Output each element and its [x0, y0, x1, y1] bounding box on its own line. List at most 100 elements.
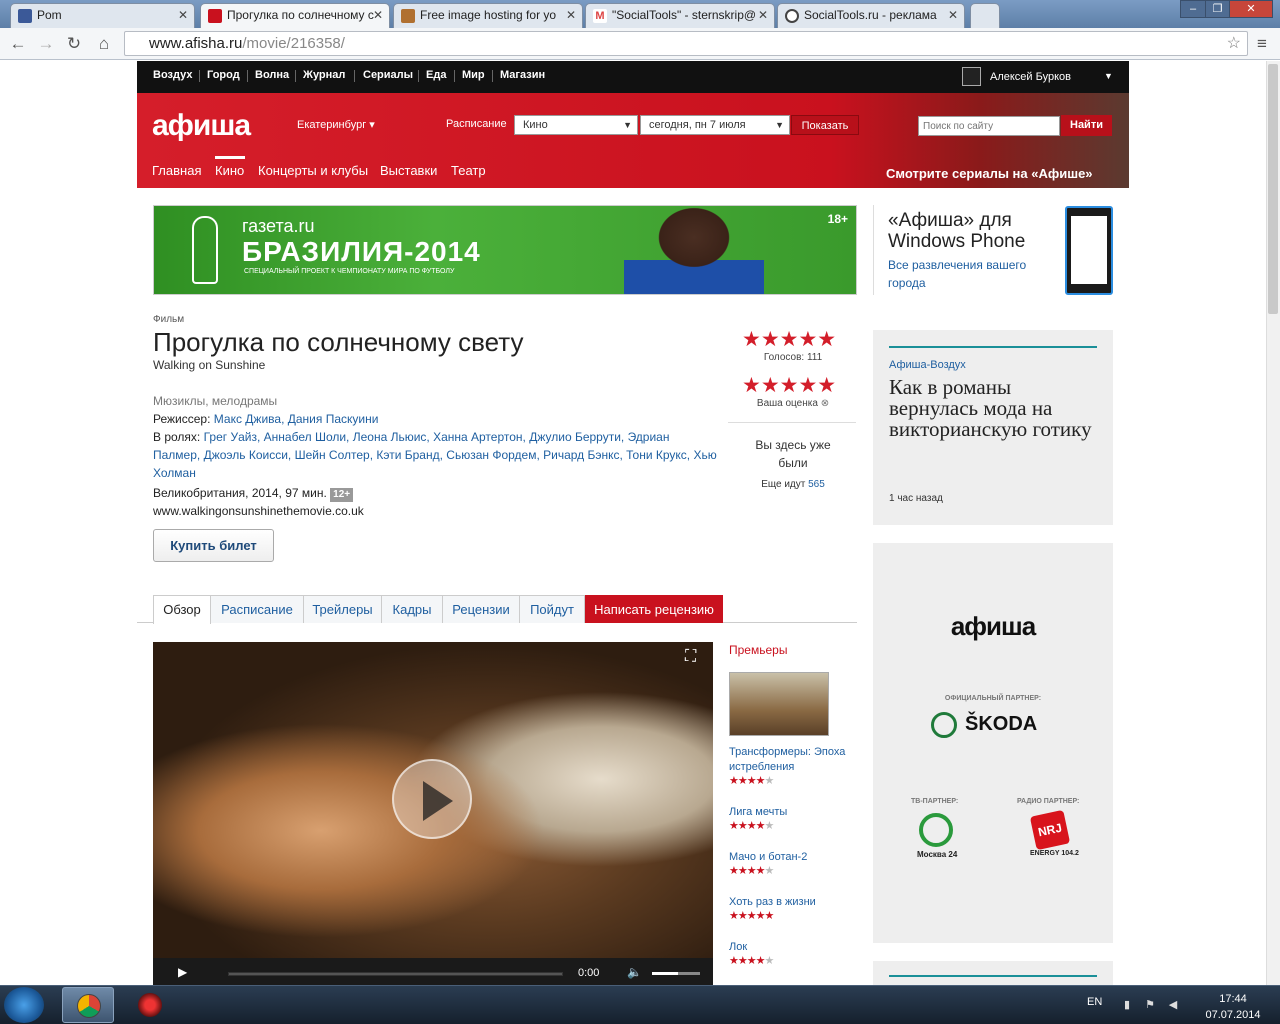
premiere-link[interactable]: Хоть раз в жизни	[729, 895, 854, 910]
menu-item-theatre[interactable]: Театр	[451, 163, 486, 178]
back-button[interactable]: ←	[6, 32, 30, 56]
taskbar-app-button[interactable]	[124, 987, 176, 1023]
topnav-item-gorod[interactable]: Город	[207, 69, 240, 81]
news-headline[interactable]: Как в романы вернулась мода на викториан…	[889, 377, 1099, 440]
topnav-item-zhurnal[interactable]: Журнал	[303, 69, 345, 81]
close-tab-icon[interactable]: ✕	[373, 8, 383, 22]
premiere-rating: ★★★★★	[729, 865, 774, 877]
close-tab-icon[interactable]: ✕	[758, 8, 768, 22]
director-links[interactable]: Макс Джива, Дания Паскуини	[214, 412, 379, 426]
menu-item-concerts[interactable]: Концерты и клубы	[258, 163, 368, 178]
menu-item-exhibitions[interactable]: Выставки	[380, 163, 437, 178]
windows-phone-promo[interactable]: «Афиша» для Windows Phone Все развлечени…	[888, 210, 1058, 292]
premiere-link[interactable]: Мачо и ботан-2	[729, 850, 854, 865]
nrj-logo[interactable]: NRJ	[1029, 809, 1071, 851]
buy-ticket-button[interactable]: Купить билет	[153, 529, 274, 562]
network-icon[interactable]: ▮	[1120, 998, 1134, 1012]
browser-tab[interactable]: M "SocialTools" - sternskrip@ ✕	[585, 3, 775, 28]
tab-trailers[interactable]: Трейлеры	[303, 595, 382, 623]
clear-rating-icon[interactable]: ⊗	[821, 398, 829, 409]
speaker-icon[interactable]: ◀	[1166, 998, 1180, 1012]
chevron-down-icon[interactable]: ▼	[1104, 71, 1113, 81]
browser-tab[interactable]: SocialTools.ru - реклама ✕	[777, 3, 965, 28]
write-review-button[interactable]: Написать рецензию	[585, 595, 723, 623]
taskbar-chrome-button[interactable]	[62, 987, 114, 1023]
start-button[interactable]	[4, 987, 44, 1023]
site-search-input[interactable]	[918, 116, 1060, 136]
premiere-link[interactable]: Лок	[729, 940, 854, 955]
film-genre[interactable]: Мюзиклы, мелодрамы	[153, 394, 277, 408]
home-button[interactable]: ⌂	[92, 32, 116, 56]
premiere-poster[interactable]	[729, 672, 829, 736]
language-indicator[interactable]: EN	[1087, 996, 1102, 1008]
new-tab-button[interactable]	[970, 3, 1000, 28]
tab-reviews[interactable]: Рецензии	[442, 595, 520, 623]
ad-banner[interactable]: газета.ru БРАЗИЛИЯ-2014 СПЕЦИАЛЬНЫЙ ПРОЕ…	[153, 205, 857, 295]
browser-tab[interactable]: Pom ✕	[10, 3, 195, 28]
play-button[interactable]	[392, 759, 472, 839]
chevron-down-icon: ▼	[623, 120, 632, 130]
menu-button[interactable]: ≡	[1250, 32, 1274, 56]
serials-promo-link[interactable]: Смотрите сериалы на «Афише»	[886, 166, 1093, 181]
film-site-link[interactable]: www.walkingonsunshinethemovie.co.uk	[153, 502, 718, 520]
site-top-nav: Воздух Город Волна Журнал Сериалы Еда Ми…	[137, 61, 1129, 93]
moscow24-icon[interactable]	[919, 813, 953, 847]
scrollbar-thumb[interactable]	[1268, 64, 1278, 314]
topnav-item-eda[interactable]: Еда	[426, 69, 446, 81]
schedule-date-select[interactable]: сегодня, пн 7 июля ▼	[640, 115, 790, 135]
tab-stills[interactable]: Кадры	[381, 595, 443, 623]
bookmark-star-icon[interactable]: ☆	[1227, 32, 1241, 55]
schedule-type-select[interactable]: Кино ▼	[514, 115, 638, 135]
divider	[418, 70, 419, 82]
tab-overview[interactable]: Обзор	[153, 595, 211, 624]
maximize-button[interactable]: ❐	[1205, 0, 1230, 18]
premieres-heading[interactable]: Премьеры	[729, 643, 787, 657]
news-category[interactable]: Афиша-Воздух	[889, 359, 966, 371]
tab-schedule[interactable]: Расписание	[210, 595, 304, 623]
show-button[interactable]: Показать	[791, 115, 859, 135]
average-rating-stars: ★★★★★	[742, 328, 837, 351]
close-tab-icon[interactable]: ✕	[178, 8, 188, 22]
volume-icon[interactable]: 🔈	[627, 965, 642, 979]
topnav-item-serialy[interactable]: Сериалы	[363, 69, 413, 81]
browser-tab-active[interactable]: Прогулка по солнечному с ✕	[200, 3, 390, 28]
menu-item-kino[interactable]: Кино	[215, 163, 244, 178]
topnav-item-magazin[interactable]: Магазин	[500, 69, 545, 81]
news-card[interactable]: Афиша-Воздух Как в романы вернулась мода…	[873, 330, 1113, 525]
forward-button[interactable]: →	[34, 32, 58, 56]
my-rating-stars[interactable]: ★★★★★	[742, 375, 836, 397]
user-name[interactable]: Алексей Бурков	[990, 71, 1071, 83]
browser-tab[interactable]: Free image hosting for yo ✕	[393, 3, 583, 28]
going-count-link[interactable]: 565	[808, 479, 825, 490]
video-progress-bar[interactable]	[228, 972, 563, 976]
reload-button[interactable]: ↻	[62, 32, 86, 56]
video-play-icon[interactable]: ▶	[178, 965, 187, 979]
menu-item-home[interactable]: Главная	[152, 163, 201, 178]
close-tab-icon[interactable]: ✕	[948, 8, 958, 22]
premiere-link[interactable]: Лига мечты	[729, 805, 854, 820]
topnav-item-volna[interactable]: Волна	[255, 69, 289, 81]
clock[interactable]: 17:44 07.07.2014	[1200, 991, 1266, 1023]
avatar[interactable]	[962, 67, 981, 86]
skoda-logo[interactable]: ŠKODA	[965, 713, 1037, 736]
minimize-button[interactable]: –	[1180, 0, 1206, 18]
topnav-item-vozdukh[interactable]: Воздух	[153, 69, 192, 81]
topnav-item-mir[interactable]: Мир	[462, 69, 485, 81]
flag-icon[interactable]: ⚑	[1143, 998, 1157, 1012]
cast-links[interactable]: Грег Уайз, Аннабел Шоли, Леона Льюис, Ха…	[153, 430, 717, 480]
close-tab-icon[interactable]: ✕	[566, 8, 576, 22]
address-bar[interactable]: www.afisha.ru/movie/216358/ ☆	[124, 31, 1248, 56]
search-button[interactable]: Найти	[1061, 115, 1112, 136]
wp-promo-subtitle[interactable]: Все развлечения вашего города	[888, 256, 1058, 292]
tab-going[interactable]: Пойдут	[519, 595, 585, 623]
been-here-button[interactable]: Вы здесь уже были	[740, 436, 846, 472]
site-logo[interactable]: афиша	[152, 109, 251, 143]
divider	[492, 70, 493, 82]
browser-tabstrip: Pom ✕ Прогулка по солнечному с ✕ Free imag…	[0, 0, 1280, 28]
fullscreen-icon[interactable]: ⛶	[685, 648, 705, 666]
city-selector[interactable]: Екатеринбург ▾	[297, 118, 375, 131]
close-window-button[interactable]: ✕	[1229, 0, 1273, 18]
premiere-link[interactable]: Трансформеры: Эпоха истребления	[729, 745, 854, 775]
banner-headline: БРАЗИЛИЯ-2014	[242, 236, 481, 267]
page-title: Прогулка по солнечному свету	[153, 327, 524, 357]
